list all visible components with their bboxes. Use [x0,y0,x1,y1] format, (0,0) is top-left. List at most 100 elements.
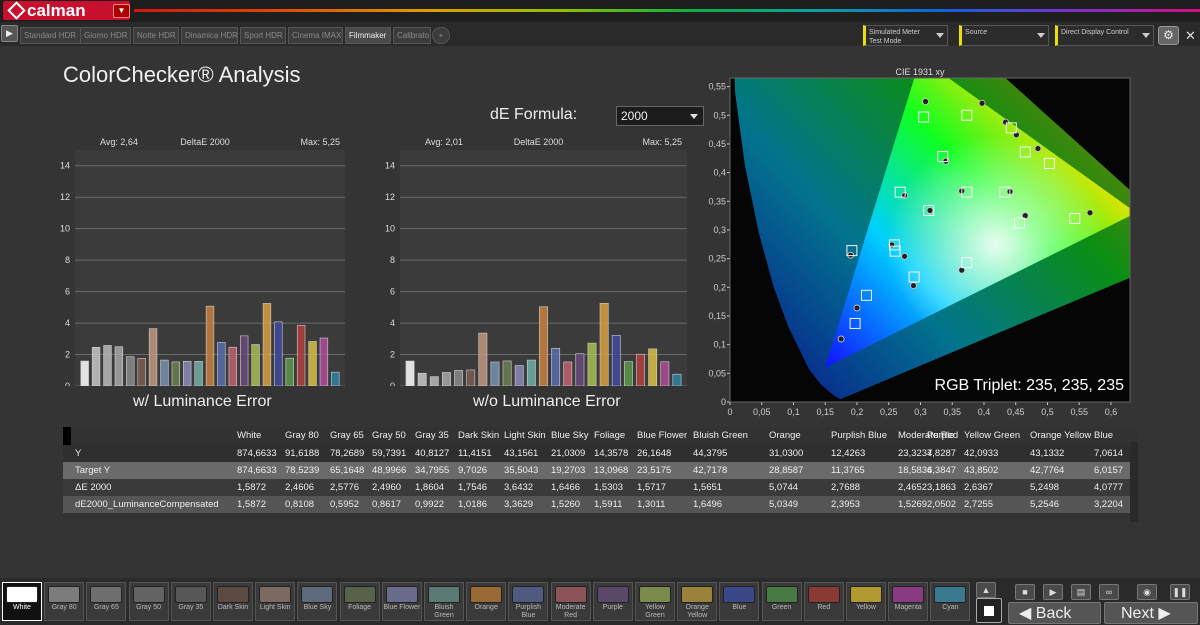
table-cell: 1,5872 [237,499,267,510]
table-cell: 59,7391 [372,448,407,459]
pause-icon[interactable]: ❚❚ [1170,584,1190,600]
swatch-purple[interactable]: Purple [592,582,633,621]
display-control-dropdown[interactable]: Direct Display Control [1055,25,1154,46]
app-menu-chevron-icon[interactable]: ▼ [113,4,130,18]
table-cell: 11,3765 [831,465,865,476]
swatch-orange[interactable]: Orange [466,582,507,621]
swatch-foliage[interactable]: Foliage [339,582,380,621]
tab-notte-hdr[interactable]: Notte HDR [133,27,179,44]
bar-12 [217,342,226,386]
play-icon[interactable]: ▶ [1043,584,1063,600]
tab-dinamica-hdr[interactable]: Dinamica HDR [181,27,238,44]
de-formula-select[interactable]: 2000 [616,106,704,126]
y-tick-label: 0,3 [713,225,726,235]
swatch-blue-sky[interactable]: Blue Sky [297,582,338,621]
calman-window: calman ▼ ▶ Standard HDR Giorno HDR Notte H… [0,0,1200,625]
swatch-blue[interactable]: Blue [719,582,760,621]
add-tab-button[interactable]: + [432,27,450,44]
bar-12 [551,348,561,386]
swatch-bluish-green[interactable]: Bluish Green [424,582,464,621]
table-cell: 23,5175 [637,465,672,476]
swatch-chip [470,586,503,603]
swatch-light-skin[interactable]: Light Skin [255,582,296,621]
swatch-label: White [13,604,31,611]
rgb-triplet: RGB Triplet: 235, 235, 235 [935,377,1125,394]
swatch-yellow[interactable]: Yellow [846,582,886,621]
tab-calibrato[interactable]: Calibrato [393,27,431,44]
table-cell: 2,7688 [831,482,861,493]
table-row[interactable]: Y 874,6633 91,6188 78,2689 59,7391 40,8127 11,… [63,445,1138,462]
table-body: White Gray 80 Gray 65 Gray 50 Gray 35 Dark Sk… [63,427,1138,513]
swatch-yellow-green[interactable]: Yellow Green [635,582,675,621]
metric-text: DeltaE 2000 [514,137,564,147]
swatch-chip [90,586,123,603]
chevron-up-icon[interactable]: ▲ [976,582,996,598]
tab-giorno-hdr[interactable]: Giorno HDR [80,27,131,44]
table-header-row[interactable]: White Gray 80 Gray 65 Gray 50 Gray 35 Dark Sk… [63,427,1138,445]
bar-13 [228,346,237,386]
swatch-red[interactable]: Red [803,582,844,621]
source-dropdown[interactable]: Source [959,25,1049,46]
table-row[interactable]: Target Y 874,6633 78,5239 65,1648 48,9966 34,… [63,462,1138,479]
swatch-chip [48,586,81,603]
table-cell: 43,1561 [504,448,539,459]
swatch-white[interactable]: White [2,582,42,621]
y-tick-label: 8 [390,255,395,265]
save-icon[interactable]: ▤ [1071,584,1091,600]
swatch-label: Bluish Green [434,604,454,619]
close-icon[interactable]: ✕ [1182,26,1199,45]
swatch-gray-65[interactable]: Gray 65 [86,582,127,621]
table-cell: 5,0744 [769,482,799,493]
y-tick-label: 0,05 [708,368,726,378]
tab-filmmaker[interactable]: Filmmaker [345,27,391,44]
y-tick-label: 0 [390,381,395,386]
table-cell: 2,6367 [964,482,994,493]
swatch-magenta[interactable]: Magenta [888,582,929,621]
swatch-moderate-red[interactable]: Moderate Red [550,582,591,621]
settings-small-icon[interactable]: ◉ [1137,584,1157,600]
gear-icon[interactable]: ⚙ [1158,26,1179,45]
table-cell: 1,0186 [458,499,488,510]
calman-logo[interactable]: calman ▼ [3,1,130,20]
tab-cinema-imax[interactable]: Cinema IMAX [288,27,343,44]
tab-standard-hdr[interactable]: Standard HDR [20,27,82,44]
play-arrow-icon[interactable]: ▶ [1,25,18,42]
y-tick-label: 0,1 [713,340,726,350]
swatch-dark-skin[interactable]: Dark Skin [213,582,253,621]
swatch-gray-80[interactable]: Gray 80 [44,582,85,621]
table-cell: 1,6496 [693,499,723,510]
swatch-orange-yellow[interactable]: Orange Yellow [677,582,718,621]
next-button[interactable]: Next ▶ [1104,602,1198,624]
x-tick-label: 0,3 [914,407,927,417]
table-row[interactable]: dE2000_LuminanceCompensated 1,5872 0,8108 0… [63,496,1138,513]
table-scrollbar[interactable] [1130,442,1138,522]
table-cell: Blue Sky [551,430,589,441]
table-cell: 1,7546 [458,482,488,493]
stop-measure-button[interactable] [976,598,1002,623]
y-tick-label: 0,25 [708,254,726,264]
stop-icon[interactable]: ■ [1015,584,1035,600]
bar-5 [466,369,476,386]
swatch-gray-35[interactable]: Gray 35 [170,582,211,621]
bar-19 [636,353,645,386]
swatch-gray-50[interactable]: Gray 50 [128,582,169,621]
bar-chart-without-luminance: 0 2 4 6 8 10 12 14 Avg: 2,01 DeltaE 2000 Max: 5,25 [385,137,687,386]
back-button[interactable]: ◀ Back [1008,602,1101,624]
table-cell: Gray 80 [285,430,319,441]
swatch-cyan[interactable]: Cyan [930,582,971,621]
loop-icon[interactable]: ∞ [1099,584,1119,600]
table-row[interactable]: ΔE 2000 1,5872 2,4606 2,5776 2,4960 1,8604 1,7… [63,479,1138,496]
chevron-down-icon [1037,33,1045,38]
measured-point-7 [853,304,861,312]
bar-3 [442,372,451,386]
y-tick-label: 0,5 [713,110,726,120]
tab-sport-hdr[interactable]: Sport HDR [240,27,286,44]
swatch-blue-flower[interactable]: Blue Flower [381,582,422,621]
table-cell: Purple [927,430,955,441]
stop-square-icon [984,606,994,616]
source-line1: Source [965,29,988,36]
swatch-green[interactable]: Green [761,582,802,621]
table-cell: 5,0349 [769,499,799,510]
swatch-purplish-blue[interactable]: Purplish Blue [508,582,549,621]
meter-dropdown[interactable]: Simulated Meter Test Mode [863,25,948,46]
